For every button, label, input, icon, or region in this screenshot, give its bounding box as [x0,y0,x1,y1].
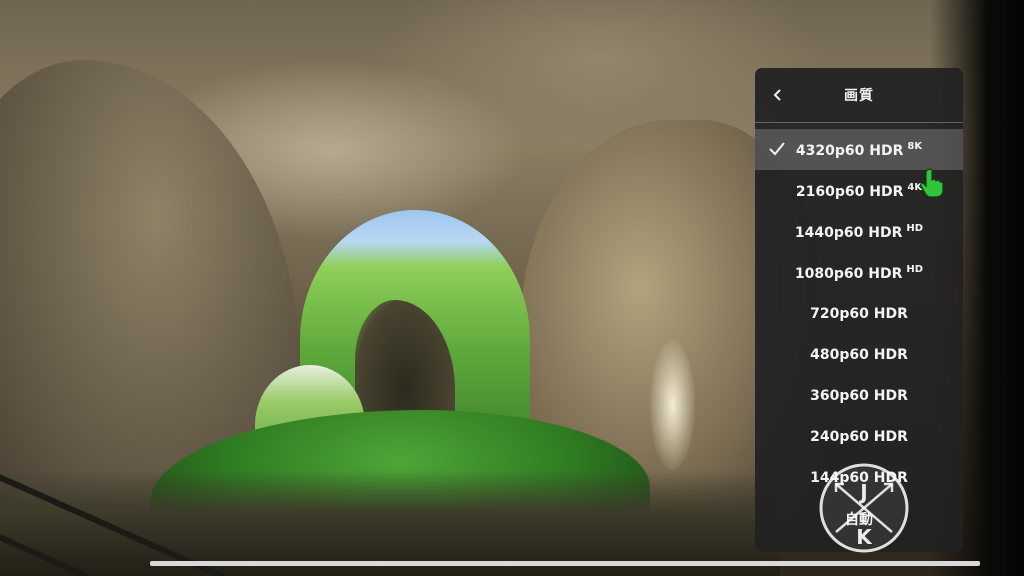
quality-badge: HD [906,263,924,275]
quality-badge: HD [906,222,924,234]
jk-watermark-logo: J K [819,463,909,553]
quality-option-240p[interactable]: 240p60 HDR [755,416,963,457]
quality-option-1440p[interactable]: 1440p60 HDR HD [755,211,963,252]
quality-option-label: 4320p60 HDR 8K [795,140,923,159]
quality-option-label: 360p60 HDR [810,387,908,404]
sunlight-patch [650,340,695,470]
quality-option-480p[interactable]: 480p60 HDR [755,334,963,375]
quality-option-label: 1440p60 HDR HD [794,222,924,241]
quality-option-360p[interactable]: 360p60 HDR [755,375,963,416]
quality-menu-title: 画質 [844,88,874,104]
checkmark-icon [769,142,785,156]
quality-option-label: 2160p60 HDR 4K [795,181,923,200]
pointing-hand-cursor-icon [920,168,944,198]
quality-option-label: 1080p60 HDR HD [794,263,924,282]
quality-option-label: 480p60 HDR [810,346,908,363]
quality-menu-header: 画質 [755,68,963,123]
watermark-letter-top: J [858,480,867,504]
quality-badge: 8K [907,140,923,152]
quality-option-1080p[interactable]: 1080p60 HDR HD [755,252,963,293]
quality-option-4320p[interactable]: 4320p60 HDR 8K [755,129,963,170]
quality-option-label: 240p60 HDR [810,428,908,445]
watermark-letter-bottom: K [856,525,873,549]
quality-option-720p[interactable]: 720p60 HDR [755,293,963,334]
progress-bar[interactable] [150,561,980,566]
quality-option-label: 720p60 HDR [810,305,908,322]
video-player-screen: 画質 4320p60 HDR 8K 2160p60 HDR 4K 1440p60 H… [0,0,1024,576]
